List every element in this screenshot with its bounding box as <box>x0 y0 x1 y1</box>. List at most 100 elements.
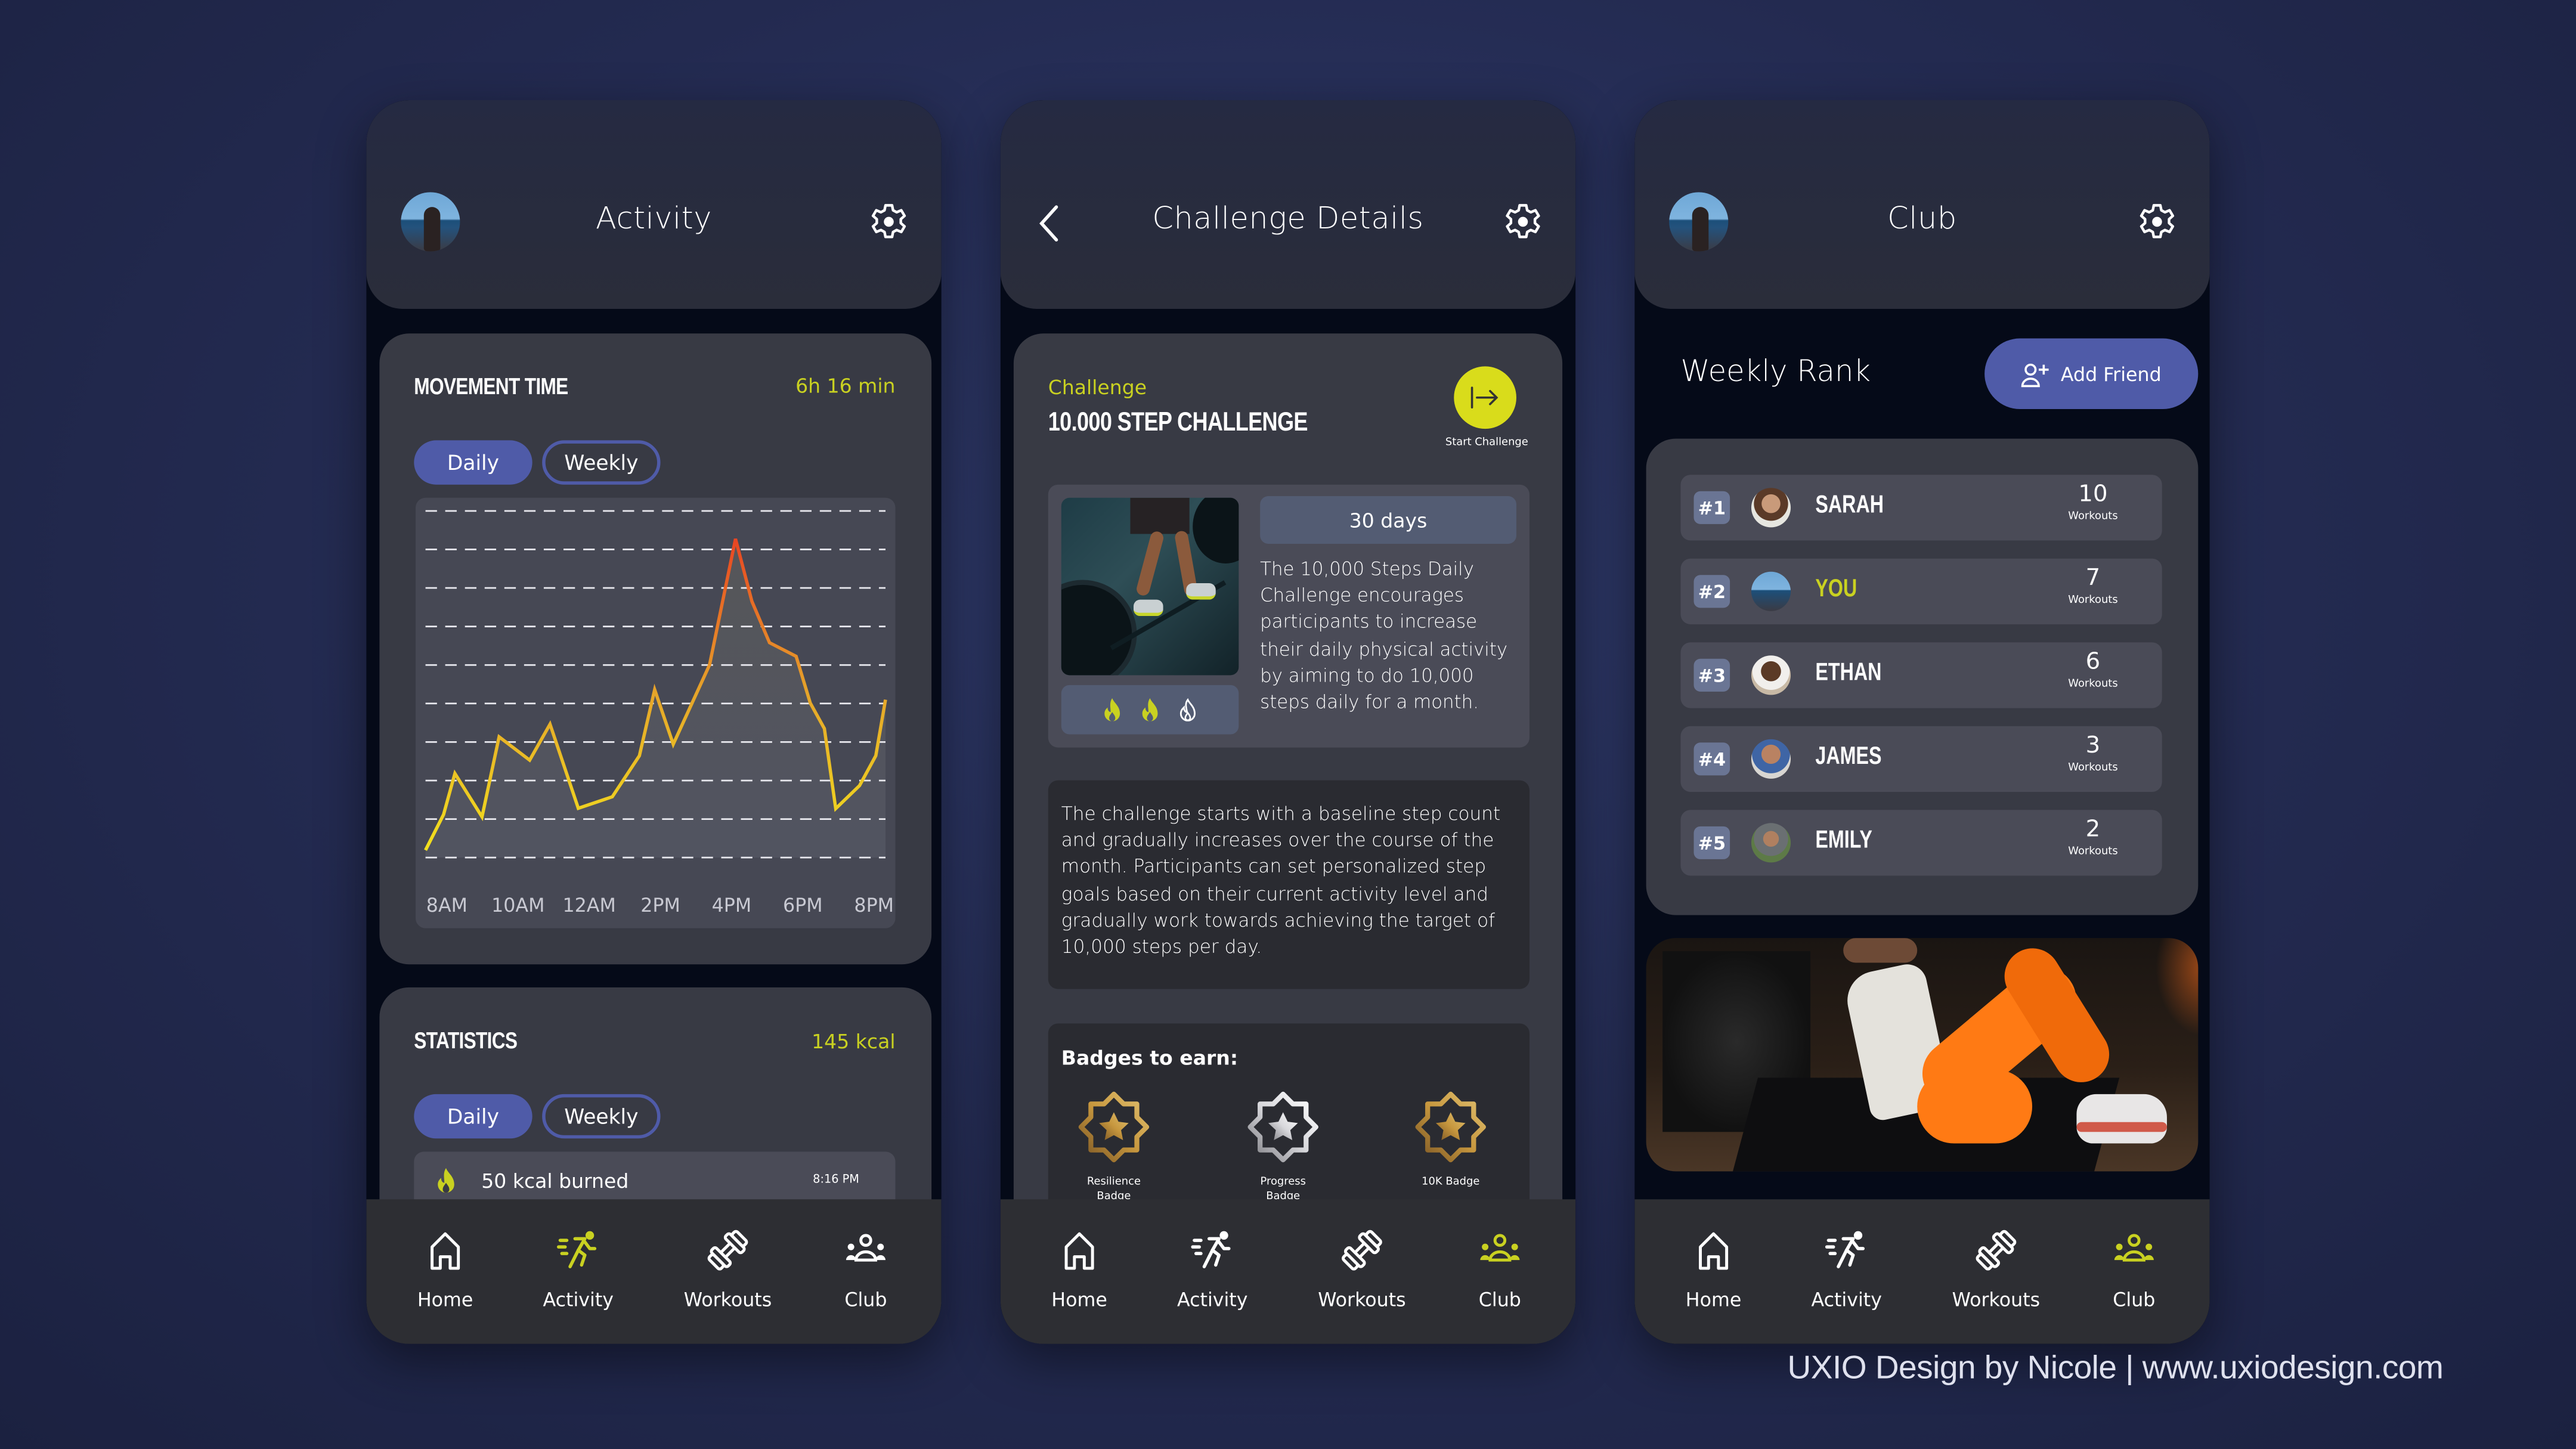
workout-count: 6 Workouts <box>2060 649 2126 692</box>
badge-item[interactable]: Resilience Badge <box>1073 1089 1155 1205</box>
nav-home[interactable]: Home <box>1648 1229 1779 1311</box>
daily-toggle[interactable]: Daily <box>414 1094 532 1139</box>
workout-count: 3 Workouts <box>2060 732 2126 776</box>
chart-x-tick-label: 6PM <box>783 895 823 917</box>
nav-label: Club <box>844 1287 887 1311</box>
group-icon <box>846 1234 886 1262</box>
home-icon <box>1699 1232 1729 1270</box>
nav-home[interactable]: Home <box>1014 1229 1145 1311</box>
nav-activity[interactable]: Activity <box>1147 1229 1278 1311</box>
nav-activity[interactable]: Activity <box>1781 1229 1912 1311</box>
nav-label: Club <box>2113 1287 2156 1311</box>
nav-workouts[interactable]: Workouts <box>1296 1229 1428 1311</box>
movement-time-value: 6h 16 min <box>795 374 896 398</box>
start-challenge-label: Start Challenge <box>1445 435 1528 449</box>
section-title: STATISTICS <box>414 1026 518 1054</box>
star-badge-icon <box>1415 1091 1486 1163</box>
bottom-nav: Home Activity Workouts Club <box>1634 1199 2210 1344</box>
flame-icon <box>1104 697 1120 721</box>
nav-label: Activity <box>543 1287 614 1311</box>
nav-home[interactable]: Home <box>379 1229 510 1311</box>
start-challenge-button[interactable] <box>1454 366 1516 429</box>
chart-x-tick-label: 4PM <box>712 895 752 917</box>
workout-count-unit: Workouts <box>2068 760 2118 774</box>
workout-photo <box>1646 938 2199 1172</box>
intensity-indicator <box>1061 685 1239 735</box>
nav-label: Workouts <box>1952 1287 2041 1311</box>
rank-name: JAMES <box>1815 742 1882 771</box>
dumbbell-icon <box>1342 1230 1382 1271</box>
badges-title: Badges to earn: <box>1061 1046 1239 1070</box>
chart-x-tick-label: 2PM <box>640 895 680 917</box>
nav-workouts[interactable]: Workouts <box>662 1229 793 1311</box>
flame-icon <box>438 1168 454 1193</box>
rank-row[interactable]: #5 EMILY 2 Workouts <box>1680 810 2162 876</box>
app-header: Challenge Details <box>1000 100 1576 309</box>
workout-count: 2 Workouts <box>2060 818 2126 859</box>
add-friend-button[interactable]: Add Friend <box>1984 338 2199 410</box>
page-title: Challenge Details <box>1152 202 1424 237</box>
workout-count: 7 Workouts <box>2060 565 2126 608</box>
nav-activity[interactable]: Activity <box>513 1229 644 1311</box>
bottom-nav: Home Activity Workouts Club <box>366 1199 942 1344</box>
nav-label: Activity <box>1811 1287 1882 1311</box>
workout-count-value: 7 <box>2085 565 2101 592</box>
stage: Activity MOVEMENT TIME 6h 16 min Daily W… <box>0 0 2576 1449</box>
nav-label: Club <box>1478 1287 1521 1311</box>
watermark: UXIO Design by Nicole | www.uxiodesign.c… <box>1787 1350 2444 1387</box>
club-screen: Club Weekly Rank Add Friend #1 SARAH 10 Wor… <box>1634 100 2210 1344</box>
gear-icon[interactable] <box>2137 202 2176 242</box>
running-icon <box>556 1231 597 1268</box>
group-icon <box>1480 1234 1520 1262</box>
daily-toggle[interactable]: Daily <box>414 440 532 485</box>
rank-position: #4 <box>1693 742 1730 776</box>
challenge-screen: Challenge Details Challenge 10.000 STEP … <box>1000 100 1576 1344</box>
workout-count-unit: Workouts <box>2068 509 2118 523</box>
rank-row[interactable]: #4 JAMES 3 Workouts <box>1680 726 2162 792</box>
rank-name: SARAH <box>1815 491 1884 519</box>
chart-x-tick-label: 8PM <box>854 895 894 917</box>
challenge-description: The challenge starts with a baseline ste… <box>1048 780 1530 989</box>
rank-position: #5 <box>1693 826 1730 859</box>
workout-count-value: 3 <box>2085 732 2101 759</box>
badge-item[interactable]: 10K Badge <box>1410 1089 1492 1190</box>
challenge-image <box>1061 497 1239 676</box>
workout-count-value: 6 <box>2085 649 2101 676</box>
stat-entry-text: 50 kcal burned <box>481 1169 629 1193</box>
nav-label: Home <box>1051 1287 1107 1311</box>
nav-workouts[interactable]: Workouts <box>1930 1229 2061 1311</box>
gear-icon[interactable] <box>869 202 908 242</box>
weekly-rank-title: Weekly Rank <box>1680 355 1871 389</box>
nav-label: Workouts <box>1318 1287 1406 1311</box>
duration-badge: 30 days <box>1260 496 1516 544</box>
workout-count-value: 10 <box>2078 481 2108 508</box>
rank-position: #1 <box>1693 491 1730 524</box>
movement-chart: 8AM 10AM 12AM 2PM 4PM 6PM 8PM <box>416 497 896 928</box>
rank-position: #3 <box>1693 658 1730 692</box>
dumbbell-icon <box>707 1230 748 1271</box>
gear-icon[interactable] <box>1503 202 1543 242</box>
section-title: MOVEMENT TIME <box>414 373 568 400</box>
weekly-toggle[interactable]: Weekly <box>542 440 661 485</box>
activity-screen: Activity MOVEMENT TIME 6h 16 min Daily W… <box>366 100 942 1344</box>
bottom-nav: Home Activity Workouts Club <box>1000 1199 1576 1344</box>
weekly-toggle[interactable]: Weekly <box>542 1094 661 1139</box>
rank-row[interactable]: #3 ETHAN 6 Workouts <box>1680 642 2162 708</box>
nav-club[interactable]: Club <box>1434 1229 1565 1311</box>
badge-item[interactable]: Progress Badge <box>1242 1089 1324 1205</box>
avatar <box>1751 488 1791 528</box>
nav-club[interactable]: Club <box>800 1229 931 1311</box>
rank-name: YOU <box>1815 575 1857 603</box>
nav-label: Home <box>417 1287 473 1311</box>
running-icon <box>1191 1231 1231 1268</box>
nav-label: Home <box>1685 1287 1742 1311</box>
rank-row[interactable]: #1 SARAH 10 Workouts <box>1680 475 2162 541</box>
workout-count-value: 2 <box>2085 816 2101 843</box>
rank-name: ETHAN <box>1815 658 1882 687</box>
rank-list: #1 SARAH 10 Workouts #2 YOU 7 Workouts #3 ETHAN 6 W… <box>1646 438 2199 915</box>
rank-row[interactable]: #2 YOU 7 Workouts <box>1680 558 2162 624</box>
avatar <box>1751 571 1791 611</box>
workout-count-unit: Workouts <box>2068 844 2118 858</box>
nav-club[interactable]: Club <box>2069 1229 2200 1311</box>
arrow-right-to-icon <box>1470 386 1498 409</box>
